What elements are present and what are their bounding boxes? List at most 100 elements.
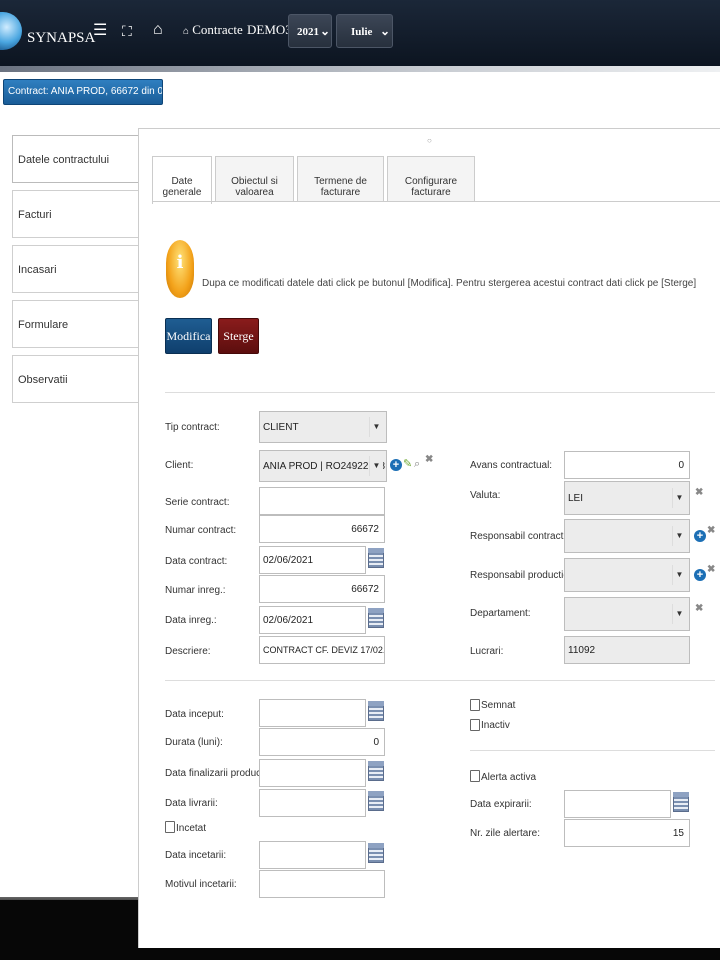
add-resp-productie-icon[interactable]: +: [694, 569, 706, 581]
calendar-icon[interactable]: [368, 548, 384, 568]
chevron-down-icon: ▼: [672, 488, 686, 508]
durata-label: Durata (luni):: [165, 737, 223, 748]
calendar-icon[interactable]: [368, 791, 384, 811]
add-resp-contract-icon[interactable]: +: [694, 530, 706, 542]
incetat-label: Incetat: [176, 823, 207, 834]
data-finalizare-input[interactable]: [259, 759, 366, 787]
data-incetarii-label: Data incetarii:: [165, 850, 227, 861]
year-select[interactable]: 2021 ⌄: [288, 14, 332, 48]
home-icon[interactable]: ⌂: [153, 22, 163, 38]
valuta-value: LEI: [568, 493, 584, 504]
left-menu-item-facturi[interactable]: Facturi: [12, 190, 138, 238]
serie-contract-label: Serie contract:: [165, 497, 230, 508]
data-incetarii-input[interactable]: [259, 841, 366, 869]
calendar-icon[interactable]: [368, 701, 384, 721]
left-menu-label: Formulare: [18, 319, 69, 331]
contract-badge[interactable]: Contract: ANIA PROD, 66672 din 02/06/202…: [3, 79, 163, 105]
home-small-icon: ⌂: [183, 26, 190, 37]
inactiv-label: Inactiv: [481, 720, 510, 731]
alerta-activa-checkbox[interactable]: [470, 770, 480, 782]
data-expirarii-input[interactable]: [564, 790, 671, 818]
calendar-icon[interactable]: [673, 792, 689, 812]
tip-contract-label: Tip contract:: [165, 422, 220, 433]
month-select-value: Iulie: [351, 26, 373, 38]
month-select[interactable]: Iulie ⌄: [336, 14, 393, 48]
client-select[interactable]: ANIA PROD | RO24922198 ▼: [259, 450, 387, 482]
nav-contracts-link[interactable]: ⌂ Contracte: [183, 22, 243, 38]
tip-contract-select[interactable]: CLIENT ▼: [259, 411, 387, 443]
inactiv-checkbox[interactable]: [470, 719, 480, 731]
client-value: ANIA PROD | RO24922198: [263, 461, 386, 472]
numar-contract-label: Numar contract:: [165, 525, 237, 536]
chevron-down-icon: ▼: [672, 604, 686, 624]
section-divider: [165, 680, 715, 681]
motivul-incetarii-label: Motivul incetarii:: [165, 879, 237, 890]
motivul-incetarii-input[interactable]: [259, 870, 385, 898]
section-divider: [470, 750, 715, 751]
avans-input[interactable]: 0: [564, 451, 690, 479]
incetat-checkbox[interactable]: [165, 821, 175, 833]
data-expirarii-label: Data expirarii:: [470, 799, 532, 810]
search-client-icon[interactable]: ⌕: [414, 458, 420, 471]
section-divider: [165, 392, 715, 393]
data-inreg-label: Data inreg.:: [165, 615, 217, 626]
clear-resp-contract-icon[interactable]: ✖: [707, 525, 715, 536]
tab-configurare-facturare[interactable]: Configurare facturare: [387, 156, 475, 202]
chevron-down-icon: ▼: [672, 526, 686, 546]
alerta-activa-label: Alerta activa: [481, 772, 537, 783]
semnat-label: Semnat: [481, 700, 516, 711]
left-menu-item-formulare[interactable]: Formulare: [12, 300, 138, 348]
modifica-button[interactable]: Modifica: [165, 318, 212, 354]
left-menu-label: Facturi: [18, 209, 52, 221]
left-menu-item-incasari[interactable]: Incasari: [12, 245, 138, 293]
calendar-icon[interactable]: [368, 761, 384, 781]
valuta-label: Valuta:: [470, 490, 501, 501]
tab-termene-de-facturare[interactable]: Termene de facturare: [297, 156, 384, 202]
serie-contract-input[interactable]: [259, 487, 385, 515]
data-inceput-input[interactable]: [259, 699, 366, 727]
tab-obiectul-si-valoarea[interactable]: Obiectul si valoarea: [215, 156, 294, 202]
left-menu-item-datele-contractului[interactable]: Datele contractului: [12, 135, 138, 183]
year-select-value: 2021: [297, 26, 319, 38]
numar-inreg-label: Numar inreg.:: [165, 585, 226, 596]
data-contract-input[interactable]: 02/06/2021: [259, 546, 366, 574]
info-message: Dupa ce modificati datele dati click pe …: [202, 278, 697, 289]
nr-zile-alertare-label: Nr. zile alertare:: [470, 828, 541, 839]
nav-company-link[interactable]: DEMO3: [247, 22, 292, 38]
nav-contracts-label: Contracte: [192, 22, 243, 37]
clear-client-icon[interactable]: ✖: [425, 454, 433, 465]
resp-contract-select[interactable]: ▼: [564, 519, 690, 553]
resp-productie-select[interactable]: ▼: [564, 558, 690, 592]
clear-departament-icon[interactable]: ✖: [695, 603, 703, 614]
sterge-button[interactable]: Sterge: [218, 318, 259, 354]
add-client-icon[interactable]: +: [390, 459, 402, 471]
tab-date-generale[interactable]: Date generale: [152, 156, 212, 204]
resp-contract-label: Responsabil contract:: [470, 531, 567, 542]
valuta-select[interactable]: LEI ▼: [564, 481, 690, 515]
durata-input[interactable]: 0: [259, 728, 385, 756]
descriere-input[interactable]: CONTRACT CF. DEVIZ 17/02.06.2021: [259, 636, 385, 664]
nr-zile-alertare-input[interactable]: 15: [564, 819, 690, 847]
calendar-icon[interactable]: [368, 608, 384, 628]
panel-handle-icon: ○: [427, 136, 432, 145]
departament-select[interactable]: ▼: [564, 597, 690, 631]
edit-client-icon[interactable]: ✎: [403, 457, 412, 470]
tab-divider: [152, 201, 720, 202]
app-logo-text[interactable]: SYNAPSA: [27, 30, 95, 47]
data-inreg-input[interactable]: 02/06/2021: [259, 606, 366, 634]
clear-resp-productie-icon[interactable]: ✖: [707, 564, 715, 575]
chevron-down-icon: ⌄: [320, 24, 331, 38]
clear-valuta-icon[interactable]: ✖: [695, 487, 703, 498]
calendar-icon[interactable]: [368, 843, 384, 863]
fullscreen-icon[interactable]: ⛶: [122, 23, 132, 39]
left-menu-label: Incasari: [18, 264, 57, 276]
lucrari-input: 11092: [564, 636, 690, 664]
left-menu-item-observatii[interactable]: Observatii: [12, 355, 138, 403]
numar-contract-input[interactable]: 66672: [259, 515, 385, 543]
data-livrarii-input[interactable]: [259, 789, 366, 817]
resp-productie-label: Responsabil productie:: [470, 570, 572, 581]
departament-label: Departament:: [470, 608, 531, 619]
semnat-checkbox[interactable]: [470, 699, 480, 711]
menu-icon[interactable]: ☰: [93, 23, 107, 39]
numar-inreg-input[interactable]: 66672: [259, 575, 385, 603]
